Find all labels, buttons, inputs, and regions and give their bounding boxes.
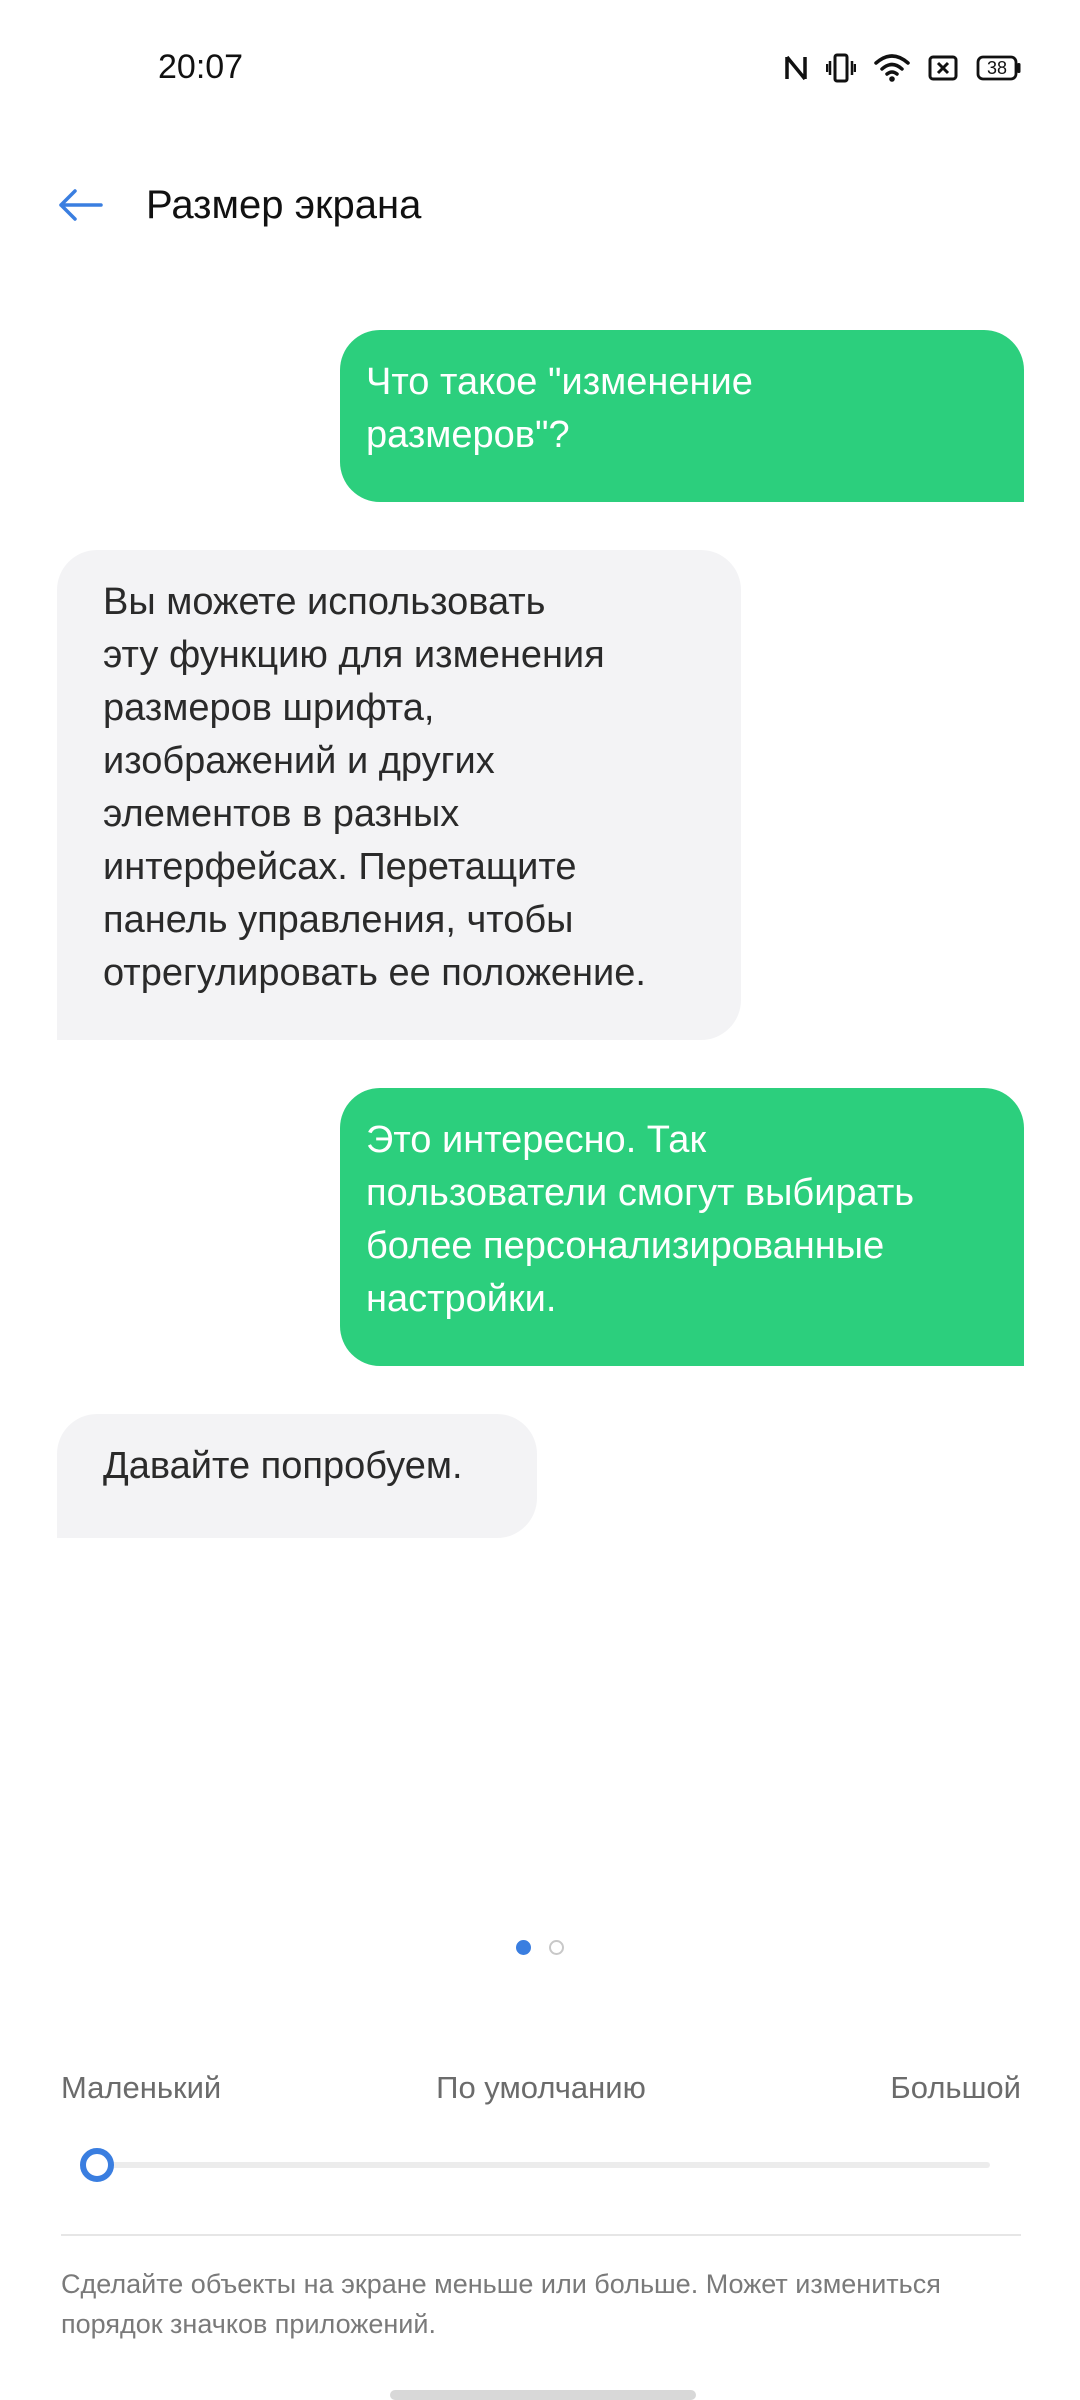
divider	[61, 2234, 1021, 2236]
label-default: По умолчанию	[436, 2070, 646, 2105]
close-box-icon	[928, 54, 958, 82]
chat-bubble-incoming: Вы можете использовать эту функцию для и…	[57, 550, 741, 1040]
battery-level: 38	[986, 58, 1008, 78]
page-dot[interactable]	[549, 1940, 564, 1955]
page-indicator	[0, 1940, 1080, 1960]
size-labels: Маленький По умолчанию Большой	[61, 2070, 1021, 2115]
back-button[interactable]	[50, 180, 110, 230]
arrow-left-icon	[59, 189, 103, 221]
page-title: Размер экрана	[146, 183, 422, 227]
vibrate-icon	[826, 52, 856, 84]
header: Размер экрана	[0, 160, 1080, 250]
screen-size-slider[interactable]	[80, 2148, 990, 2182]
label-large: Большой	[890, 2070, 1021, 2105]
wifi-icon	[874, 53, 910, 83]
chat-bubble-outgoing: Что такое "изменение размеров"?	[340, 330, 1024, 502]
battery-icon: 38	[976, 55, 1022, 81]
home-indicator[interactable]	[390, 2390, 696, 2400]
nfc-icon	[784, 53, 808, 83]
slider-thumb[interactable]	[80, 2148, 114, 2182]
chat-bubble-incoming: Давайте попробуем.	[57, 1414, 537, 1538]
chat-bubble-outgoing: Это интересно. Так пользователи смогут в…	[340, 1088, 1024, 1366]
description-text: Сделайте объекты на экране меньше или бо…	[61, 2269, 941, 2339]
slider-track[interactable]	[80, 2162, 990, 2168]
status-icons: 38	[784, 52, 1022, 84]
status-time: 20:07	[158, 48, 244, 86]
page-dot-active[interactable]	[516, 1940, 531, 1955]
label-small: Маленький	[61, 2070, 222, 2105]
status-bar: 20:07 38	[0, 0, 1080, 130]
